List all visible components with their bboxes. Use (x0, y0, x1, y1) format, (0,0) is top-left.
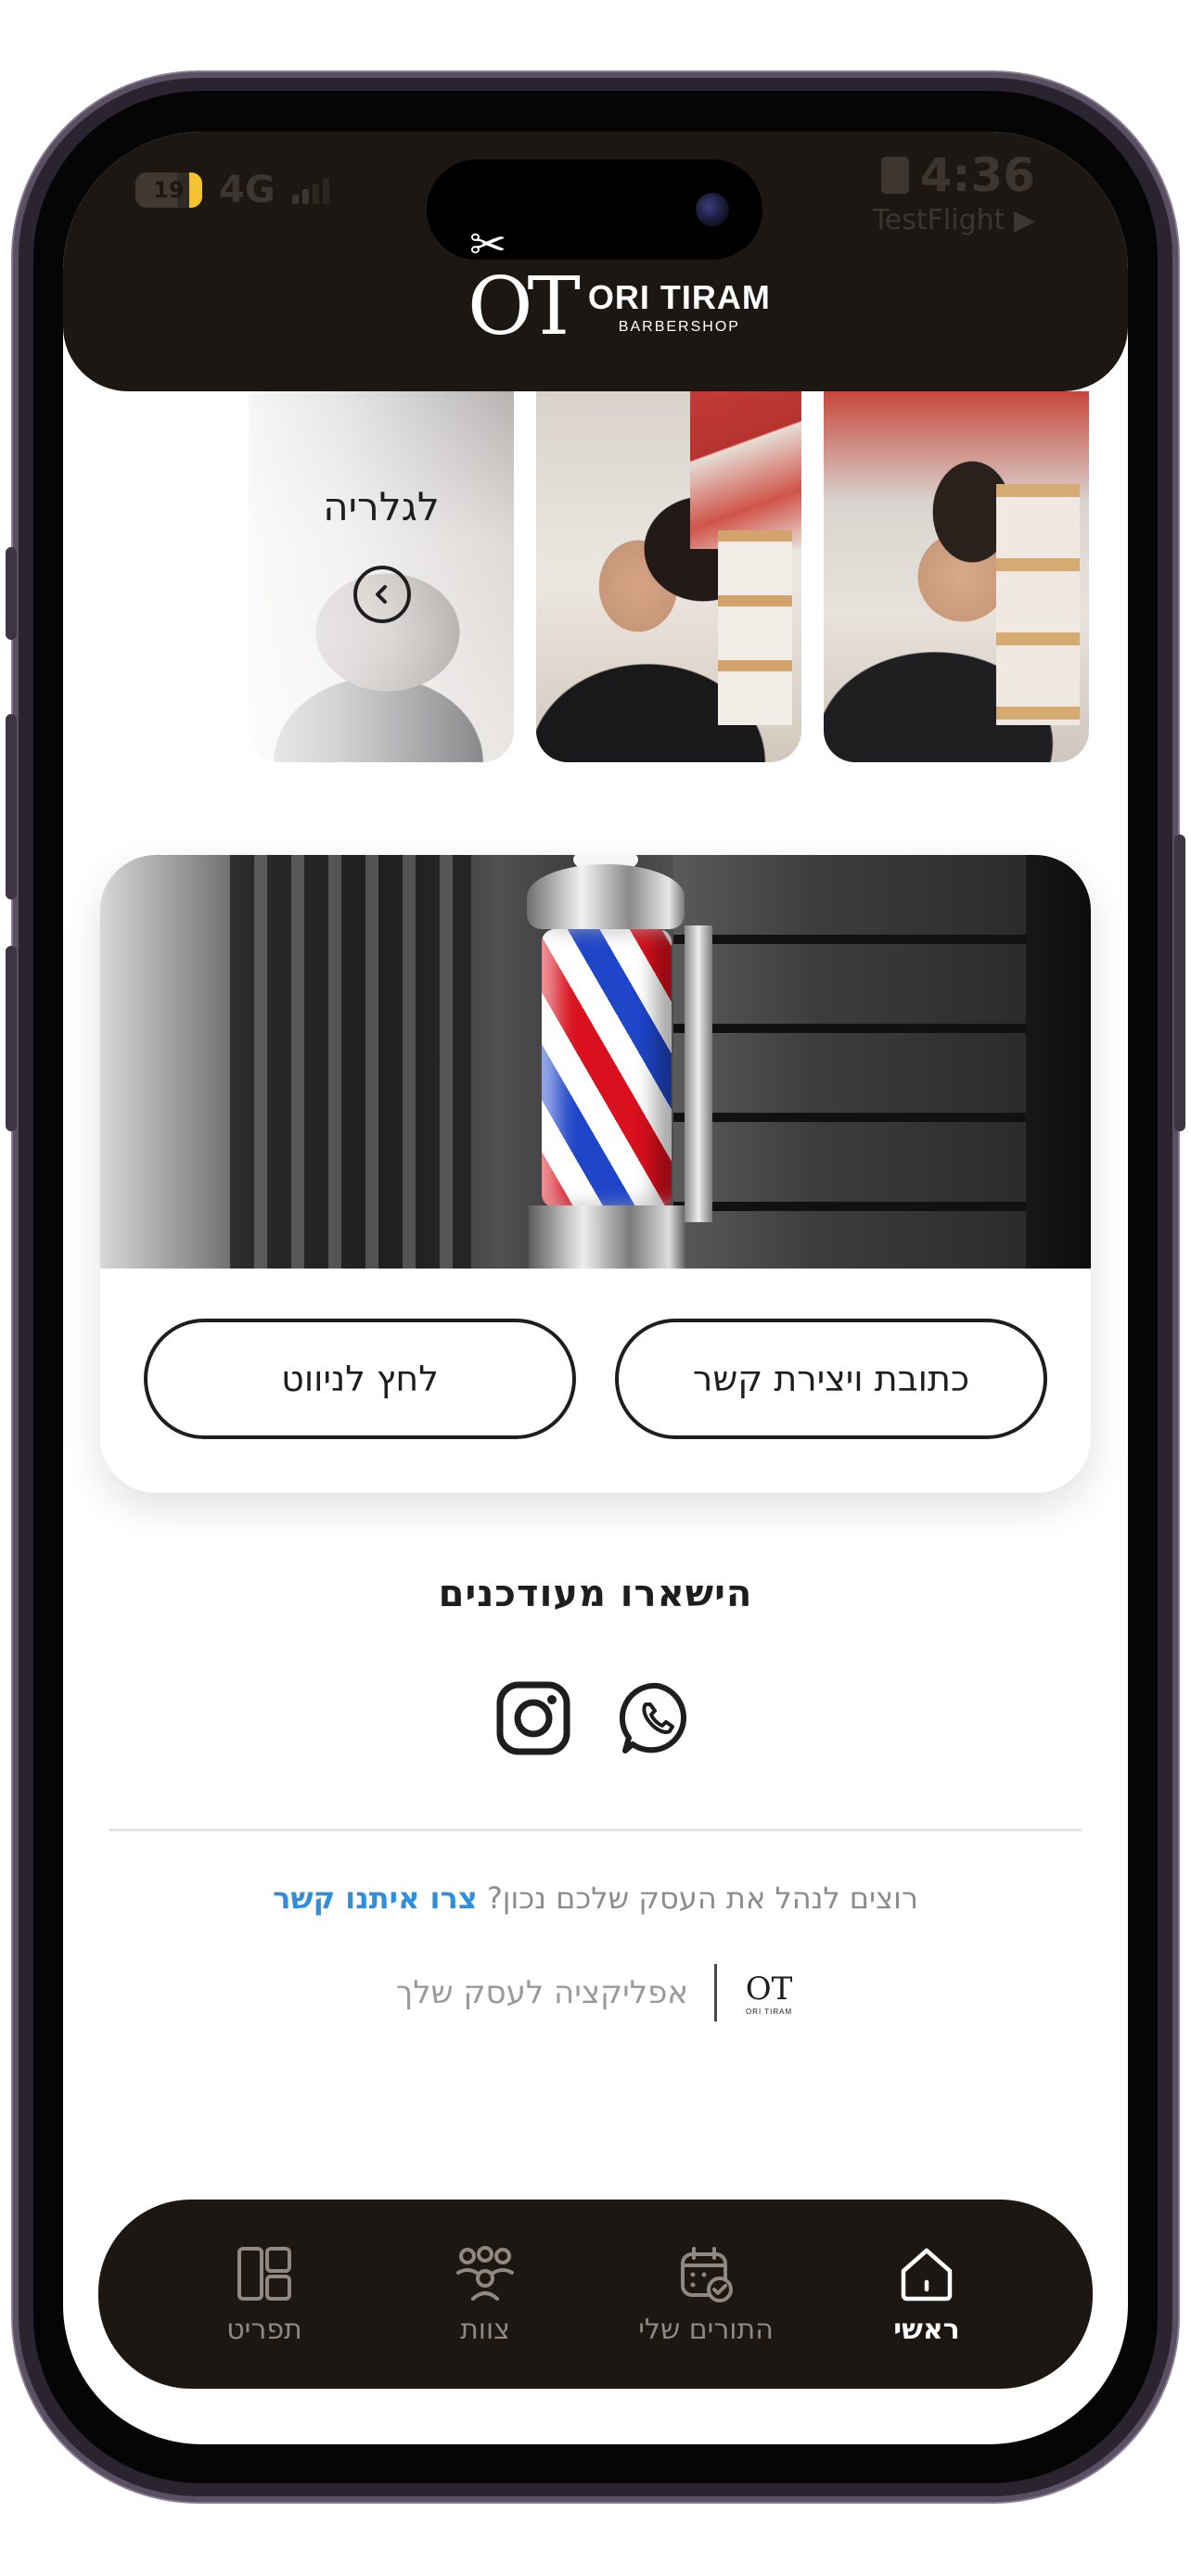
nav-item-home[interactable]: ראשי (834, 2243, 1019, 2346)
navigate-button[interactable]: לחץ לניווט (144, 1319, 576, 1439)
home-icon (901, 2248, 953, 2301)
barber-pole-image (100, 855, 1091, 1269)
nav-label: תפריט (226, 2313, 302, 2346)
logo-mark: ✂ OT (467, 219, 581, 353)
powered-logo: OT ORI TIRAM (745, 1970, 793, 2016)
brand-subtitle: BARBERSHOP (618, 319, 740, 335)
divider (109, 1829, 1082, 1831)
volume-up-button (6, 714, 17, 899)
gallery-photo[interactable] (536, 391, 801, 762)
address-contact-button[interactable]: כתובת ויצירת קשר (615, 1319, 1047, 1439)
battery-icon: 19 (135, 172, 202, 208)
power-button (1174, 835, 1185, 1131)
contact-us-link[interactable]: צרו איתנו קשר (273, 1881, 478, 1916)
calendar-check-icon (681, 2246, 733, 2302)
gallery-label[interactable]: לגלריה (249, 484, 514, 529)
nav-label: צוות (460, 2313, 510, 2346)
instagram-icon[interactable] (495, 1680, 571, 1756)
nav-item-my-appointments[interactable]: התורים שלי (613, 2243, 799, 2346)
volume-down-button (6, 946, 17, 1131)
gallery-strip: לגלריה (63, 391, 1128, 762)
gallery-photo[interactable] (824, 391, 1089, 762)
app-screen: 19 4G 4:36 TestFlight ▶ ✂ OT ORI TIRAM B… (63, 132, 1128, 2444)
back-to-testflight-link[interactable]: TestFlight ▶ (873, 204, 1035, 236)
battery-level: 19 (153, 177, 185, 203)
team-icon (456, 2245, 514, 2301)
card-actions: כתובת ויצירת קשר לחץ לניווט (100, 1319, 1091, 1439)
nav-label: ראשי (893, 2313, 960, 2346)
camera-icon (696, 193, 729, 226)
promo-line: רוצים לנהל את העסק שלכם נכון? צרו איתנו … (63, 1881, 1128, 1916)
signal-icon (291, 176, 329, 204)
brand-logo[interactable]: ✂ OT ORI TIRAM BARBERSHOP (467, 219, 771, 353)
promo-text: רוצים לנהל את העסק שלכם נכון? (486, 1881, 918, 1916)
clock-time: 4:36 (919, 148, 1035, 202)
menu-grid-icon (237, 2246, 291, 2301)
nav-label: התורים שלי (638, 2313, 774, 2346)
brand-name: ORI TIRAM (587, 278, 771, 316)
nav-item-team[interactable]: צוות (392, 2243, 578, 2346)
bottom-navigation: ראשי התורים שלי צוות תפריט (98, 2200, 1093, 2389)
powered-text: אפליקציה לעסק שלך (395, 1974, 689, 2011)
stay-updated-title: הישארו מעודכנים (438, 1573, 753, 1615)
separator (714, 1964, 718, 2021)
social-links (63, 1680, 1128, 1756)
status-bar-right: 4:36 TestFlight ▶ (873, 148, 1035, 236)
chevron-left-icon[interactable] (353, 566, 411, 623)
scissors-icon: ✂ (469, 219, 507, 271)
location-card: כתובת ויצירת קשר לחץ לניווט (100, 855, 1091, 1493)
contact-icon (880, 157, 909, 194)
action-button (6, 547, 17, 640)
status-bar-left: 19 4G (135, 169, 329, 211)
powered-by[interactable]: אפליקציה לעסק שלך OT ORI TIRAM (63, 1964, 1128, 2021)
app-header: 19 4G 4:36 TestFlight ▶ ✂ OT ORI TIRAM B… (63, 132, 1128, 391)
whatsapp-icon[interactable] (620, 1680, 696, 1756)
network-type: 4G (219, 169, 275, 211)
nav-item-menu[interactable]: תפריט (172, 2243, 357, 2346)
